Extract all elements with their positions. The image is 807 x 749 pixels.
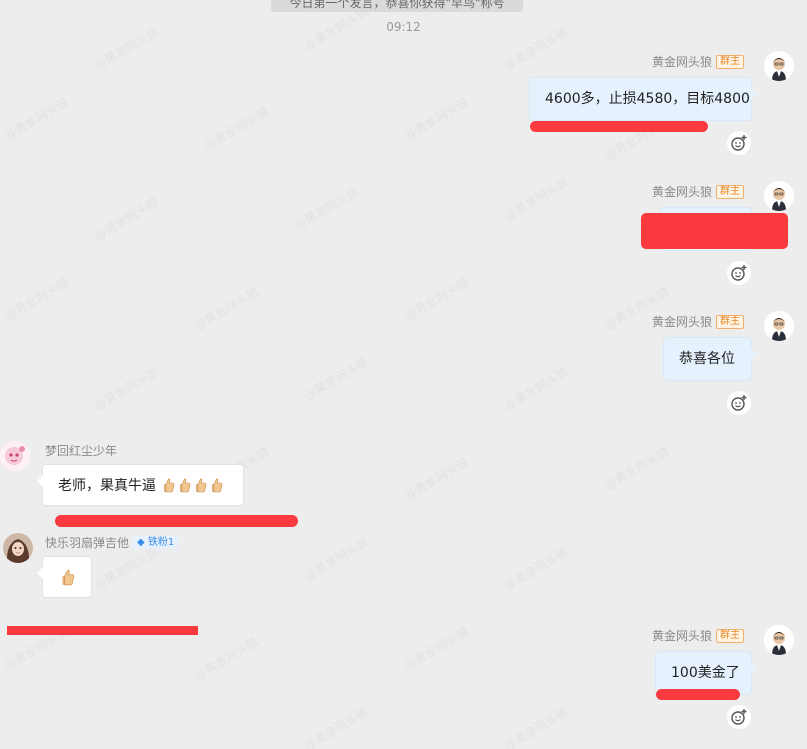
sender-name: 黄金网头狼 xyxy=(651,315,712,329)
watermark-text: @黄金网头狼 xyxy=(1,274,71,323)
fan-level-badge: ◆ 铁粉1 xyxy=(133,536,179,549)
avatar[interactable] xyxy=(0,441,30,471)
watermark-text: @黄金网头狼 xyxy=(1,94,71,143)
watermark-text: @黄金网头狼 xyxy=(501,174,571,223)
avatar[interactable] xyxy=(764,51,794,81)
sender-name-row: 黄金网头狼 群主 xyxy=(652,627,744,644)
watermark-text: @黄金网头狼 xyxy=(501,364,571,413)
message-text: 老师，果真牛逼 xyxy=(58,478,156,494)
watermark-text: @黄金网头狼 xyxy=(91,364,161,413)
man-avatar-icon xyxy=(764,51,794,81)
man-avatar-icon xyxy=(764,625,794,655)
watermark-text: @黄金网头狼 xyxy=(401,624,471,673)
message-timestamp: 09:12 xyxy=(386,20,421,34)
watermark-text: @黄金网头狼 xyxy=(401,454,471,503)
pink-cartoon-avatar-icon xyxy=(0,441,30,471)
redaction-block xyxy=(641,213,788,249)
watermark-text: @黄金网头狼 xyxy=(291,184,361,233)
watermark-text: @黄金网头狼 xyxy=(501,544,571,593)
watermark-text: @黄金网头狼 xyxy=(501,704,571,749)
redaction-mark xyxy=(530,121,708,132)
thumbs-up-icon xyxy=(160,477,176,499)
message-text: 4600多，止损4580，目标4800 xyxy=(545,91,750,107)
sender-name-row: 黄金网头狼 群主 xyxy=(652,313,744,330)
avatar[interactable] xyxy=(764,181,794,211)
message-bubble[interactable]: 老师，果真牛逼 xyxy=(37,464,244,506)
reaction-button[interactable] xyxy=(727,391,751,415)
sender-name-row: 快乐羽扇弹吉他 ◆ 铁粉1 xyxy=(45,534,179,551)
girl-avatar-icon xyxy=(3,533,33,563)
watermark-text: @黄金网头狼 xyxy=(301,534,371,583)
message-bubble[interactable]: 4600多，止损4580，目标4800 xyxy=(529,77,757,121)
watermark-text: @黄金网头狼 xyxy=(191,284,261,333)
message-bubble[interactable] xyxy=(37,556,92,598)
sender-name-row: 黄金网头狼 群主 xyxy=(652,53,744,70)
reaction-button[interactable] xyxy=(727,705,751,729)
watermark-text: @黄金网头狼 xyxy=(201,104,271,153)
thumbs-up-icon xyxy=(208,477,224,499)
message-text: 恭喜各位 xyxy=(679,351,735,367)
watermark-text: @黄金网头狼 xyxy=(401,274,471,323)
sender-name-row: 黄金网头狼 群主 xyxy=(652,183,744,200)
redaction-mark xyxy=(55,515,298,527)
reaction-button[interactable] xyxy=(727,261,751,285)
emoji-reaction-icon xyxy=(731,395,747,411)
man-avatar-icon xyxy=(764,311,794,341)
sender-name: 黄金网头狼 xyxy=(651,629,712,643)
man-avatar-icon xyxy=(764,181,794,211)
sender-name: 黄金网头狼 xyxy=(651,185,712,199)
sender-name-row: 梦回红尘少年 xyxy=(45,442,117,459)
diamond-icon: ◆ xyxy=(137,537,145,548)
group-owner-badge: 群主 xyxy=(716,54,744,69)
group-owner-badge: 群主 xyxy=(716,314,744,329)
sender-name: 梦回红尘少年 xyxy=(45,444,118,458)
redaction-mark xyxy=(7,626,198,635)
message-text: 100美金了 xyxy=(671,665,740,681)
avatar[interactable] xyxy=(3,533,33,563)
fan-level-text: 铁粉1 xyxy=(147,537,175,548)
thumbs-up-icon xyxy=(58,568,76,592)
avatar[interactable] xyxy=(764,625,794,655)
watermark-text: @黄金网头狼 xyxy=(601,444,671,493)
message-bubble[interactable]: 恭喜各位 xyxy=(663,337,757,381)
watermark-text: @黄金网头狼 xyxy=(91,194,161,243)
watermark-text: @黄金网头狼 xyxy=(301,704,371,749)
avatar[interactable] xyxy=(764,311,794,341)
redaction-mark xyxy=(656,689,740,700)
sender-name: 快乐羽扇弹吉他 xyxy=(45,536,130,550)
emoji-reaction-icon xyxy=(731,709,747,725)
sender-name: 黄金网头狼 xyxy=(651,55,712,69)
thumbs-up-icon xyxy=(192,477,208,499)
reaction-button[interactable] xyxy=(727,131,751,155)
watermark-text: @黄金网头狼 xyxy=(401,94,471,143)
emoji-reaction-icon xyxy=(731,135,747,151)
group-owner-badge: 群主 xyxy=(716,184,744,199)
early-bird-notice: 今日第一个发言，恭喜你获得"早鸟"称号 xyxy=(271,0,523,12)
group-owner-badge: 群主 xyxy=(716,628,744,643)
emoji-reaction-icon xyxy=(731,265,747,281)
watermark-text: @黄金网头狼 xyxy=(301,354,371,403)
watermark-text: @黄金网头狼 xyxy=(191,634,261,683)
thumbs-up-icon xyxy=(176,477,192,499)
